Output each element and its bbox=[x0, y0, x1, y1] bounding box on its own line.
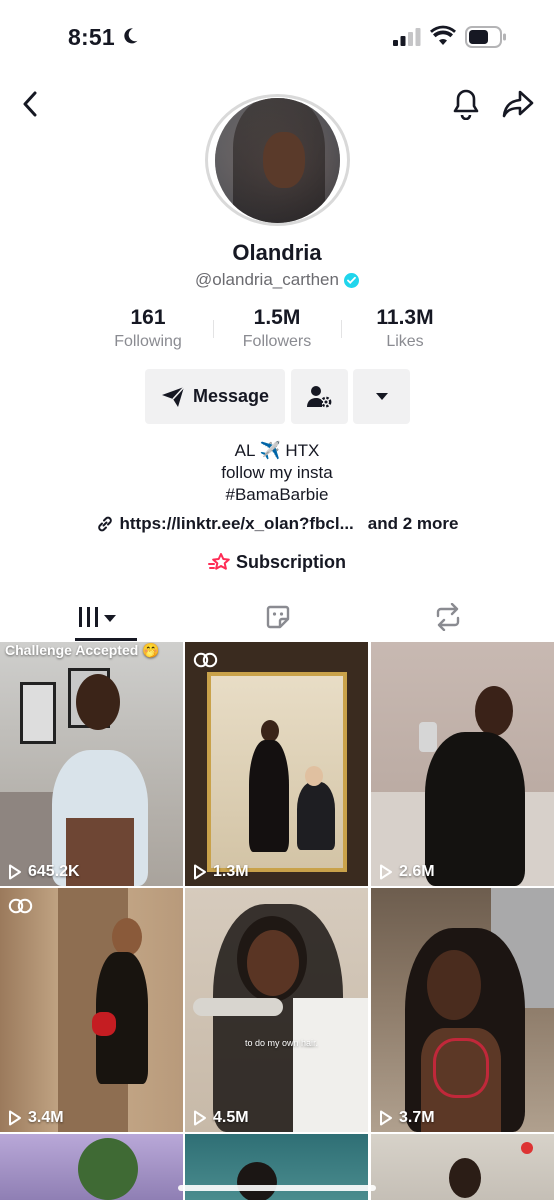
follow-settings-button[interactable] bbox=[291, 369, 348, 424]
play-icon bbox=[380, 864, 392, 880]
likes-label: Likes bbox=[386, 333, 424, 350]
send-icon bbox=[161, 385, 185, 407]
video-thumbnail[interactable]: Challenge Accepted 🤭 645.2K bbox=[0, 642, 183, 886]
battery-icon bbox=[465, 26, 506, 48]
video-caption: Challenge Accepted 🤭 bbox=[5, 642, 160, 658]
video-thumbnail[interactable]: 3.7M bbox=[371, 888, 554, 1132]
tab-shares[interactable] bbox=[388, 596, 508, 638]
bio-link[interactable]: https://linktr.ee/x_olan?fbcl... and 2 m… bbox=[0, 514, 554, 534]
video-thumbnail[interactable]: to do my own hair. 4.5M bbox=[185, 888, 368, 1132]
avatar bbox=[215, 97, 340, 223]
video-thumbnail[interactable] bbox=[371, 1134, 554, 1200]
bell-icon bbox=[453, 89, 479, 120]
video-views: 2.6M bbox=[379, 863, 435, 881]
active-tab-indicator bbox=[75, 638, 137, 641]
share-arrow-icon bbox=[502, 90, 534, 118]
suggested-accounts-dropdown-button[interactable] bbox=[353, 369, 410, 424]
stat-following[interactable]: 161 Following bbox=[83, 306, 213, 351]
link-more[interactable]: and 2 more bbox=[368, 514, 459, 534]
following-label: Following bbox=[114, 333, 182, 350]
moon-icon bbox=[124, 28, 138, 44]
home-indicator[interactable] bbox=[178, 1185, 376, 1191]
message-label: Message bbox=[192, 386, 270, 406]
video-views: 645.2K bbox=[8, 863, 80, 881]
share-button[interactable] bbox=[500, 86, 536, 122]
video-thumbnail[interactable]: 3.4M bbox=[0, 888, 183, 1132]
status-time: 8:51 bbox=[68, 24, 115, 50]
stats-row: 161 Following 1.5M Followers 11.3M Likes bbox=[0, 306, 554, 356]
likes-count: 11.3M bbox=[376, 306, 434, 329]
handle-row: @olandria_carthen bbox=[0, 270, 554, 290]
bio-line: AL ✈️ HTX bbox=[234, 441, 320, 460]
subscription-label: Subscription bbox=[235, 552, 346, 572]
play-icon bbox=[380, 1110, 392, 1126]
video-thumbnail[interactable]: 1.3M bbox=[185, 642, 368, 886]
message-button[interactable]: Message bbox=[145, 369, 285, 424]
collab-icon bbox=[8, 898, 34, 919]
link-url: https://linktr.ee/x_olan?fbcl... bbox=[119, 514, 354, 533]
play-icon bbox=[194, 864, 206, 880]
play-icon bbox=[194, 1110, 206, 1126]
video-views: 1.3M bbox=[193, 863, 249, 881]
sticker-face-icon bbox=[266, 605, 290, 629]
followers-label: Followers bbox=[242, 333, 312, 350]
stat-followers[interactable]: 1.5M Followers bbox=[212, 306, 342, 351]
play-icon bbox=[9, 864, 21, 880]
status-bar: 8:51 bbox=[0, 0, 554, 76]
notification-bell-button[interactable] bbox=[449, 86, 483, 122]
profile-name: Olandria bbox=[232, 240, 322, 265]
tab-reposts[interactable] bbox=[218, 596, 338, 638]
video-thumbnail[interactable] bbox=[0, 1134, 183, 1200]
collab-icon bbox=[193, 652, 219, 673]
link-icon bbox=[97, 516, 112, 532]
subscription-button[interactable]: Subscription bbox=[0, 552, 554, 573]
avatar-ring[interactable] bbox=[205, 94, 350, 226]
chevron-left-icon bbox=[23, 91, 37, 117]
bio-line: follow my insta bbox=[221, 463, 333, 482]
subscription-star-icon bbox=[207, 552, 230, 570]
bio-line: #BamaBarbie bbox=[225, 485, 329, 504]
wifi-icon bbox=[430, 25, 456, 45]
profile-tabs bbox=[0, 596, 554, 642]
video-thumbnail[interactable]: 2.6M bbox=[371, 642, 554, 886]
video-caption: to do my own hair. bbox=[245, 1038, 319, 1048]
signal-icon bbox=[393, 28, 421, 46]
person-settings-icon bbox=[306, 385, 331, 407]
followers-count: 1.5M bbox=[253, 306, 301, 329]
video-views: 4.5M bbox=[193, 1109, 249, 1127]
verified-badge-icon bbox=[343, 272, 359, 288]
following-count: 161 bbox=[130, 306, 166, 329]
play-icon bbox=[9, 1110, 21, 1126]
tab-videos[interactable] bbox=[38, 596, 158, 638]
video-views: 3.7M bbox=[379, 1109, 435, 1127]
bio: AL ✈️ HTX follow my insta #BamaBarbie bbox=[0, 440, 554, 506]
caret-down-icon bbox=[375, 393, 388, 400]
video-views: 3.4M bbox=[8, 1109, 64, 1127]
profile-handle: @olandria_carthen bbox=[195, 270, 339, 289]
stat-likes[interactable]: 11.3M Likes bbox=[340, 306, 470, 351]
grid-menu-icon bbox=[79, 607, 116, 627]
back-button[interactable] bbox=[14, 88, 46, 120]
repost-arrows-icon bbox=[436, 603, 460, 631]
